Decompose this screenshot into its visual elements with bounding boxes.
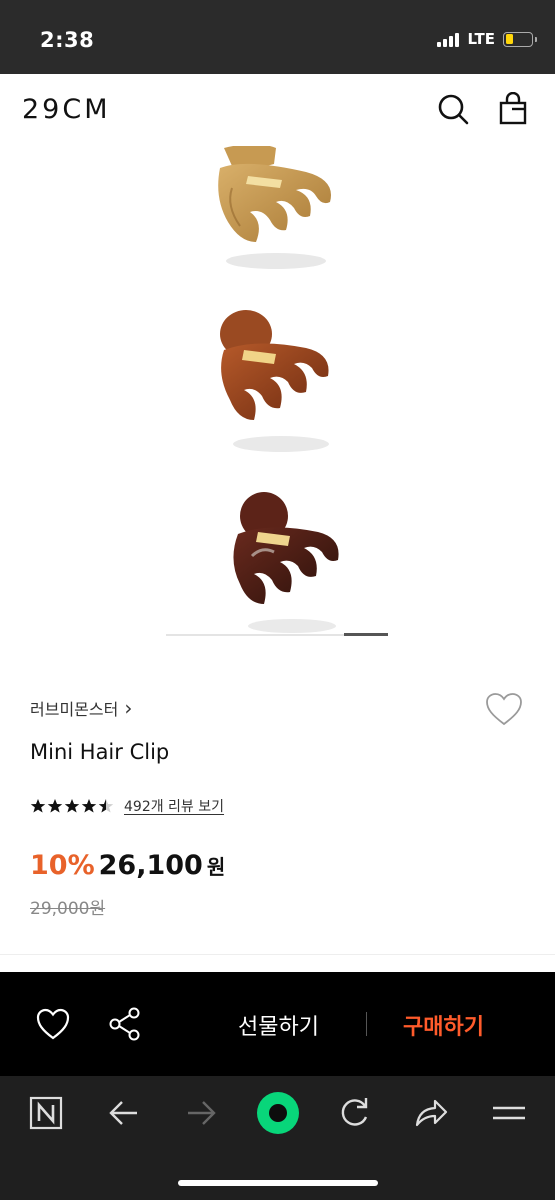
- brand-name: 러브미몬스터: [30, 700, 119, 719]
- back-arrow-icon[interactable]: [104, 1093, 144, 1133]
- wishlist-heart-icon[interactable]: [484, 691, 524, 727]
- action-separator: [366, 1012, 367, 1036]
- heart-icon[interactable]: [33, 1004, 73, 1044]
- star-icon: [81, 799, 97, 813]
- search-icon[interactable]: [436, 92, 470, 126]
- price-row: 10% 26,100 원: [30, 850, 225, 881]
- gift-button[interactable]: 선물하기: [238, 1009, 319, 1041]
- discount-rate: 10%: [30, 850, 95, 881]
- hair-clip-honey-image: [218, 146, 331, 269]
- chevron-right-icon: ›: [124, 696, 133, 720]
- product-name: Mini Hair Clip: [30, 740, 170, 764]
- original-price: 29,000원: [30, 899, 106, 919]
- app-header: 29CM: [0, 74, 555, 146]
- home-indicator: [178, 1180, 378, 1186]
- reload-icon[interactable]: [334, 1093, 374, 1133]
- browser-toolbar: [0, 1076, 555, 1200]
- sale-price: 26,100: [98, 850, 203, 881]
- star-icon: [64, 799, 80, 813]
- star-icon: [30, 799, 46, 813]
- naver-n-icon[interactable]: [26, 1093, 66, 1133]
- price-unit: 원: [206, 857, 226, 879]
- product-image-gallery[interactable]: [0, 146, 555, 646]
- rating-row: 492개 리뷰 보기: [30, 796, 224, 816]
- network-label: LTE: [467, 30, 495, 48]
- status-bar: 2:38 LTE: [0, 0, 555, 74]
- signal-icon: [437, 31, 460, 47]
- status-time: 2:38: [40, 28, 95, 52]
- purchase-action-bar: 선물하기 구매하기: [0, 972, 555, 1076]
- star-icon: [98, 799, 114, 813]
- buy-button[interactable]: 구매하기: [403, 1009, 484, 1041]
- battery-level: [505, 34, 513, 44]
- hair-clip-tortoise-image: [233, 492, 339, 633]
- battery-icon: [503, 31, 537, 47]
- brand-link[interactable]: 러브미몬스터 ›: [30, 696, 132, 720]
- shopping-bag-icon[interactable]: [496, 92, 530, 126]
- green-dot-icon[interactable]: [254, 1089, 302, 1137]
- logo[interactable]: 29CM: [22, 94, 111, 125]
- gallery-progress-thumb: [344, 633, 388, 636]
- menu-icon[interactable]: [489, 1093, 529, 1133]
- hair-clip-amber-image: [220, 310, 329, 452]
- forward-arrow-icon[interactable]: [181, 1093, 221, 1133]
- status-indicators: LTE: [437, 30, 537, 48]
- reviews-link[interactable]: 492개 리뷰 보기: [124, 796, 224, 816]
- star-icon: [47, 799, 63, 813]
- star-rating: [30, 798, 114, 814]
- divider: [0, 954, 555, 955]
- share-arrow-icon[interactable]: [411, 1093, 451, 1133]
- share-icon[interactable]: [105, 1004, 145, 1044]
